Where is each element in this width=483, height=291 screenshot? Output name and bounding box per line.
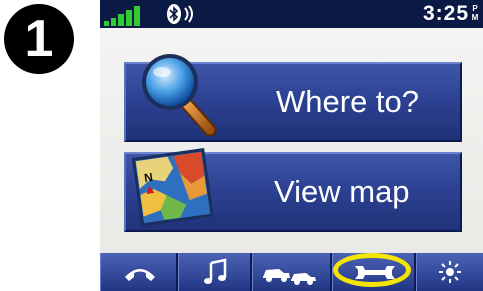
traffic-cars-icon <box>263 269 316 285</box>
brightness-sun-icon <box>439 261 461 283</box>
phone-connected-icon <box>184 5 193 23</box>
status-bar: 3:25 PM <box>100 0 483 28</box>
view-map-label: View map <box>274 174 410 209</box>
bluetooth-icon <box>167 4 181 24</box>
music-note-icon <box>204 258 227 284</box>
map-icon: N <box>132 148 214 227</box>
manual-illustration: 1 3:25 PM Where to? View map N <box>0 0 483 291</box>
traffic-button[interactable] <box>252 253 332 291</box>
clock-time: 3:25 <box>422 2 469 25</box>
tools-button[interactable] <box>332 253 416 291</box>
wrench-icon <box>355 266 395 279</box>
bottom-toolbar <box>100 253 483 291</box>
phone-handset-icon <box>125 269 155 281</box>
step-number-badge: 1 <box>4 4 74 74</box>
phone-button[interactable] <box>100 253 178 291</box>
magnifier-icon <box>142 54 217 136</box>
clock-ampm: PM <box>471 4 479 22</box>
where-to-label: Where to? <box>276 84 420 119</box>
device-screen: 3:25 PM Where to? View map N <box>100 0 483 291</box>
signal-strength-icon <box>104 6 140 26</box>
brightness-button[interactable] <box>416 253 483 291</box>
music-button[interactable] <box>178 253 252 291</box>
